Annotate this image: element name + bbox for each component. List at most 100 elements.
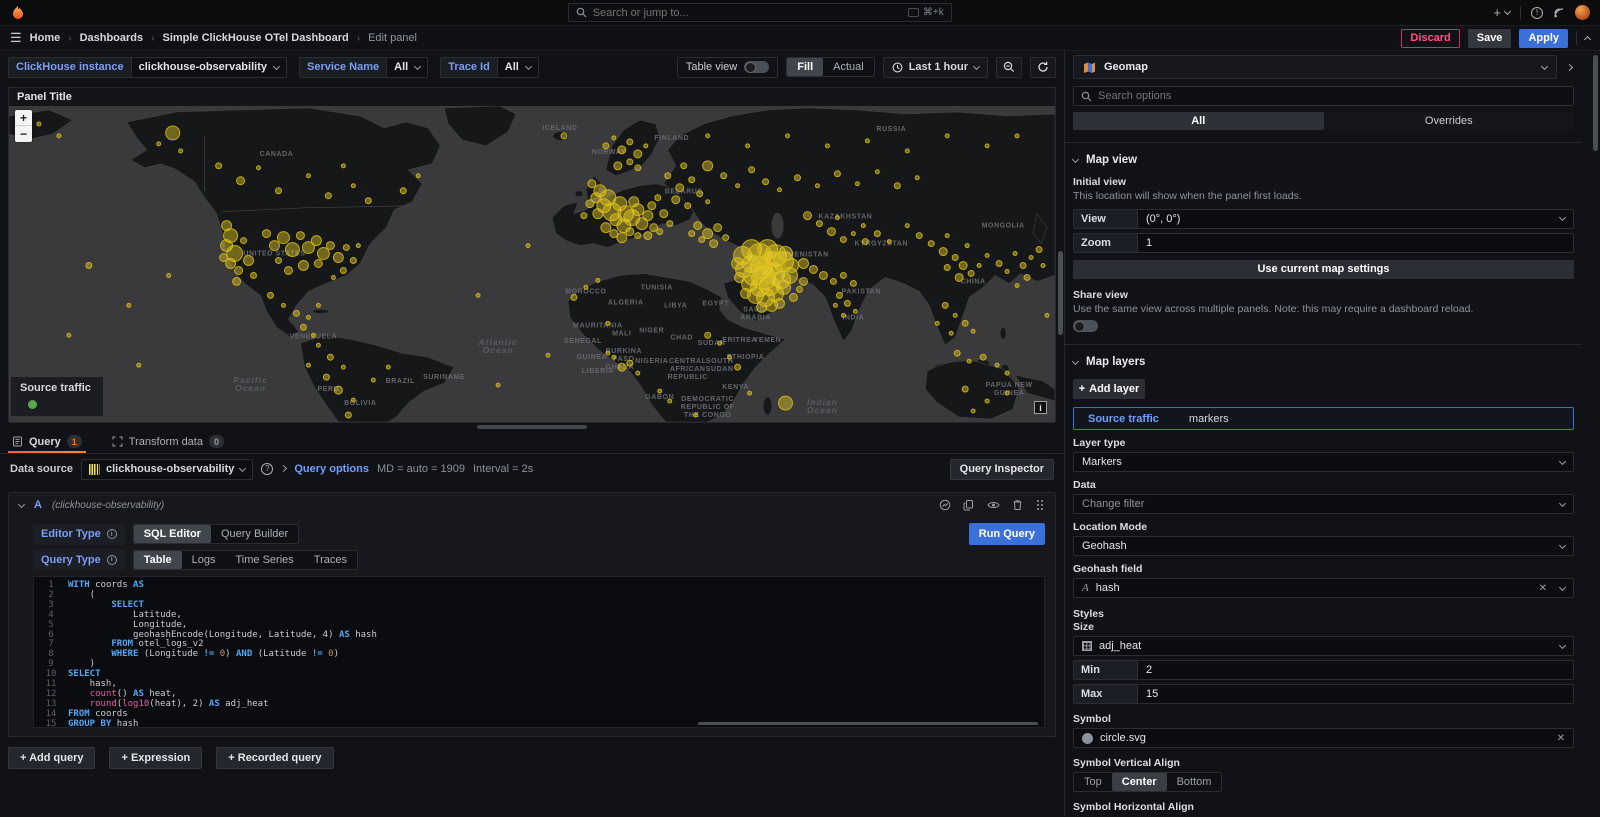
geohash-field-select[interactable]: A hash ✕	[1073, 578, 1574, 598]
map-marker[interactable]	[836, 292, 842, 298]
news-icon[interactable]	[1553, 7, 1565, 19]
map-marker[interactable]	[331, 275, 335, 279]
map-marker[interactable]	[603, 143, 609, 149]
map-marker[interactable]	[606, 351, 610, 355]
map-marker[interactable]	[356, 244, 360, 248]
map-marker[interactable]	[874, 231, 880, 237]
map-marker[interactable]	[306, 363, 310, 367]
map-marker[interactable]	[705, 332, 711, 338]
map-marker[interactable]	[955, 273, 963, 281]
map-marker[interactable]	[627, 360, 633, 366]
visualization-picker[interactable]: Geomap	[1073, 55, 1557, 79]
location-mode-select[interactable]: Geohash	[1073, 536, 1574, 556]
map-marker[interactable]	[945, 134, 949, 138]
map-marker[interactable]	[916, 233, 922, 239]
map-marker[interactable]	[853, 309, 857, 313]
map-marker[interactable]	[635, 233, 641, 239]
map-marker[interactable]	[816, 221, 822, 227]
query-inspector-button[interactable]: Query Inspector	[950, 459, 1054, 480]
add-layer-button[interactable]: +Add layer	[1073, 379, 1145, 399]
breadcrumb-home[interactable]: Home	[30, 32, 61, 44]
map-marker[interactable]	[718, 341, 722, 345]
geomap-canvas[interactable]: RUSSIACANADAUNITED STATESKAZAKHSTANMONGO…	[9, 106, 1055, 422]
add-expression-button[interactable]: + Expression	[109, 747, 202, 769]
map-marker[interactable]	[591, 193, 601, 203]
map-marker[interactable]	[748, 391, 752, 395]
map-marker[interactable]	[351, 398, 355, 402]
map-marker[interactable]	[786, 134, 790, 138]
use-current-map-settings-button[interactable]: Use current map settings	[1073, 260, 1574, 279]
map-marker[interactable]	[985, 399, 989, 403]
center-option[interactable]: Center	[1112, 773, 1167, 791]
tab-query[interactable]: Query 1	[8, 435, 86, 453]
map-marker[interactable]	[311, 236, 321, 246]
map-marker[interactable]	[803, 212, 811, 220]
map-marker[interactable]	[306, 174, 310, 178]
map-marker[interactable]	[627, 139, 633, 145]
map-marker[interactable]	[345, 412, 351, 418]
time-series-option[interactable]: Time Series	[226, 551, 304, 569]
map-marker[interactable]	[86, 263, 92, 269]
map-marker[interactable]	[593, 209, 603, 219]
map-marker[interactable]	[757, 302, 767, 312]
map-marker[interactable]	[137, 363, 141, 367]
map-marker[interactable]	[636, 371, 640, 375]
map-marker[interactable]	[952, 255, 958, 261]
map-marker[interactable]	[1005, 269, 1009, 273]
map-marker[interactable]	[644, 144, 648, 148]
clear-icon[interactable]: ✕	[1557, 733, 1565, 744]
eye-icon[interactable]	[987, 499, 1000, 511]
map-marker[interactable]	[928, 241, 934, 247]
data-filter-select[interactable]: Change filter	[1073, 494, 1574, 514]
map-marker[interactable]	[634, 150, 642, 158]
size-field-select[interactable]: adj_heat	[1073, 636, 1574, 656]
run-query-button[interactable]: Run Query	[969, 523, 1045, 545]
map-marker[interactable]	[694, 222, 702, 230]
map-marker[interactable]	[626, 228, 634, 236]
help-icon[interactable]: !	[1531, 7, 1543, 19]
map-marker[interactable]	[220, 254, 228, 262]
map-marker[interactable]	[496, 383, 500, 387]
table-option[interactable]: Table	[134, 551, 182, 569]
map-marker[interactable]	[735, 272, 745, 282]
clear-icon[interactable]: ✕	[1539, 583, 1547, 594]
map-marker[interactable]	[723, 235, 729, 241]
map-marker[interactable]	[298, 261, 308, 271]
refresh-button[interactable]	[1030, 57, 1056, 78]
add-recorded-query-button[interactable]: + Recorded query	[216, 747, 333, 769]
map-marker[interactable]	[341, 365, 345, 369]
query-options-expander-icon[interactable]	[280, 464, 287, 471]
map-marker[interactable]	[796, 286, 802, 292]
bottom-option[interactable]: Bottom	[1167, 773, 1222, 791]
map-marker[interactable]	[648, 202, 656, 210]
min-input[interactable]: 2	[1137, 660, 1574, 680]
map-marker[interactable]	[685, 203, 691, 209]
map-marker[interactable]	[841, 313, 845, 317]
map-marker[interactable]	[935, 321, 939, 325]
map-marker[interactable]	[1015, 283, 1019, 287]
map-marker[interactable]	[323, 374, 329, 380]
map-marker[interactable]	[588, 180, 596, 188]
map-marker[interactable]	[779, 247, 793, 261]
options-search[interactable]	[1073, 86, 1574, 106]
map-marker[interactable]	[263, 230, 271, 238]
max-input[interactable]: 15	[1137, 684, 1574, 704]
variable-value-dropdown[interactable]: All	[498, 57, 539, 78]
map-marker[interactable]	[721, 173, 727, 179]
map-marker[interactable]	[749, 167, 755, 173]
menu-icon[interactable]: ☰	[10, 30, 22, 46]
map-marker[interactable]	[894, 183, 900, 189]
map-marker[interactable]	[915, 176, 919, 180]
map-marker[interactable]	[660, 210, 668, 218]
map-marker[interactable]	[799, 277, 807, 285]
map-marker[interactable]	[612, 136, 616, 140]
map-marker[interactable]	[244, 256, 254, 266]
map-marker[interactable]	[965, 244, 969, 248]
map-marker[interactable]	[333, 253, 343, 263]
map-marker[interactable]	[794, 175, 800, 181]
map-marker[interactable]	[635, 165, 641, 171]
map-marker[interactable]	[285, 243, 299, 257]
map-marker[interactable]	[763, 179, 769, 185]
map-marker[interactable]	[127, 303, 131, 307]
zoom-input[interactable]: 1	[1137, 233, 1574, 253]
